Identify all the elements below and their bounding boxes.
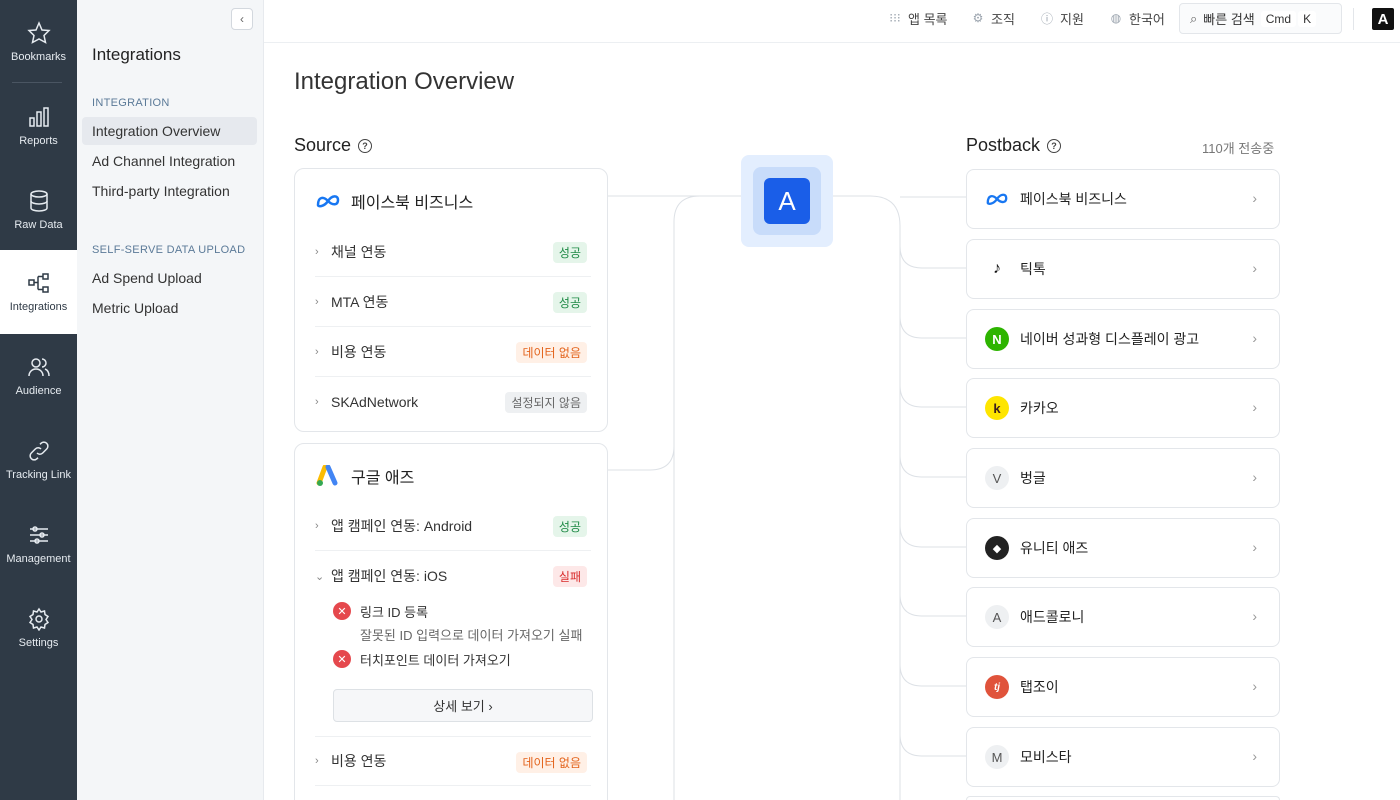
integration-row[interactable]: › 채널 연동 성공	[315, 227, 591, 277]
postback-name: 카카오	[1020, 400, 1059, 416]
postback-name: 네이버 성과형 디스플레이 광고	[1020, 331, 1200, 347]
row-label: SKAdNetwork	[331, 394, 419, 410]
adcolony-logo-icon: A	[985, 605, 1009, 629]
error-title: 링크 ID 등록	[360, 605, 429, 620]
postback-name: 모비스타	[1020, 749, 1072, 765]
error-item: ✕ 터치포인트 데이터 가져오기	[333, 650, 511, 669]
google-ads-logo-icon	[315, 464, 341, 488]
tiktok-logo-icon: ♪	[993, 260, 1001, 277]
error-x-icon: ✕	[333, 602, 351, 620]
error-item: ✕ 링크 ID 등록 잘못된 ID 입력으로 데이터 가져오기 실패	[333, 602, 582, 644]
postback-item-unity-ads[interactable]: ◆ 유니티 애즈 ›	[966, 518, 1280, 578]
card-title: 구글 애즈	[351, 470, 415, 487]
chevron-right-icon: ›	[315, 245, 319, 258]
hub-logo: A	[764, 178, 810, 224]
meta-logo-icon	[315, 189, 341, 213]
integration-row[interactable]: › MTA 연동 성공	[315, 277, 591, 327]
postback-item-partial	[966, 796, 1280, 800]
unity-logo-icon: ◆	[985, 536, 1009, 560]
postback-item-facebook[interactable]: 페이스북 비즈니스 ›	[966, 169, 1280, 229]
chevron-right-icon: ›	[315, 519, 319, 532]
source-card-facebook: 페이스북 비즈니스 › 채널 연동 성공 › MTA 연동 성공 › 비용 연동…	[294, 168, 608, 432]
card-header: 페이스북 비즈니스	[315, 189, 473, 213]
row-label: 앱 캠페인 연동: Android	[331, 517, 473, 534]
chevron-right-icon: ›	[1252, 399, 1257, 415]
error-x-icon: ✕	[333, 650, 351, 668]
status-badge: 설정되지 않음	[505, 392, 587, 413]
postback-item-tapjoy[interactable]: tj 탭조이 ›	[966, 657, 1280, 717]
postback-item-mobvista[interactable]: M 모비스타 ›	[966, 727, 1280, 787]
chevron-right-icon: ›	[1252, 748, 1257, 764]
integration-row-expanded[interactable]: ⌄ 앱 캠페인 연동: iOS 실패	[315, 551, 591, 601]
status-badge: 성공	[552, 292, 587, 313]
tapjoy-logo-icon: tj	[985, 675, 1009, 699]
chevron-right-icon: ›	[315, 345, 319, 358]
postback-name: 탭조이	[1020, 679, 1059, 695]
chevron-right-icon: ›	[1252, 260, 1257, 276]
row-label: 비용 연동	[331, 343, 387, 360]
source-card-google-ads: 구글 애즈 › 앱 캠페인 연동: Android 성공 ⌄ 앱 캠페인 연동:…	[294, 443, 608, 800]
view-details-button[interactable]: 상세 보기 ›	[333, 689, 593, 722]
row-label: 앱 캠페인 연동: iOS	[331, 568, 448, 584]
meta-logo-icon	[985, 187, 1009, 211]
postback-item-tiktok[interactable]: ♪ 틱톡 ›	[966, 239, 1280, 299]
status-badge: 데이터 없음	[516, 342, 587, 363]
card-title: 페이스북 비즈니스	[351, 195, 474, 212]
status-badge: 성공	[552, 242, 587, 263]
chevron-right-icon: ›	[1252, 190, 1257, 206]
postback-item-naver[interactable]: N 네이버 성과형 디스플레이 광고 ›	[966, 309, 1280, 369]
postback-name: 벙글	[1020, 470, 1046, 486]
row-label: MTA 연동	[331, 293, 389, 310]
row-label: 비용 연동	[331, 753, 387, 769]
chevron-right-icon: ›	[315, 295, 319, 308]
postback-name: 페이스북 비즈니스	[1020, 191, 1127, 207]
chevron-down-icon: ⌄	[315, 570, 325, 583]
chevron-right-icon: ›	[1252, 469, 1257, 485]
postback-item-adcolony[interactable]: A 애드콜로니 ›	[966, 587, 1280, 647]
integration-row[interactable]: › 비용 연동 데이터 없음	[315, 327, 591, 377]
naver-logo-icon: N	[985, 327, 1009, 351]
postback-item-kakao[interactable]: k 카카오 ›	[966, 378, 1280, 438]
integration-row[interactable]: › 비용 연동 데이터 없음	[315, 736, 591, 786]
integration-row[interactable]: › 앱 캠페인 연동: Android 성공	[315, 501, 591, 551]
hub-inner: A	[753, 167, 821, 235]
integration-row[interactable]: › SKAdNetwork 설정되지 않음	[315, 377, 591, 427]
chevron-right-icon: ›	[1252, 330, 1257, 346]
status-badge: 성공	[552, 516, 587, 537]
chevron-right-icon: ›	[1252, 678, 1257, 694]
vungle-logo-icon: V	[985, 466, 1009, 490]
status-badge: 실패	[552, 566, 587, 587]
status-badge: 데이터 없음	[516, 752, 587, 773]
error-title: 터치포인트 데이터 가져오기	[360, 653, 511, 668]
error-description: 잘못된 ID 입력으로 데이터 가져오기 실패	[360, 628, 583, 643]
airbridge-hub: A	[741, 155, 833, 247]
card-header: 구글 애즈	[315, 464, 414, 488]
postback-name: 유니티 애즈	[1020, 540, 1089, 556]
row-label: 채널 연동	[331, 243, 387, 260]
chevron-right-icon: ›	[315, 396, 319, 408]
chevron-right-icon: ›	[1252, 608, 1257, 624]
kakao-logo-icon: k	[985, 396, 1009, 420]
postback-item-vungle[interactable]: V 벙글 ›	[966, 448, 1280, 508]
chevron-right-icon: ›	[1252, 539, 1257, 555]
mobvista-logo-icon: M	[985, 745, 1009, 769]
postback-name: 애드콜로니	[1020, 609, 1085, 625]
postback-name: 틱톡	[1020, 261, 1046, 277]
chevron-right-icon: ›	[315, 755, 319, 767]
